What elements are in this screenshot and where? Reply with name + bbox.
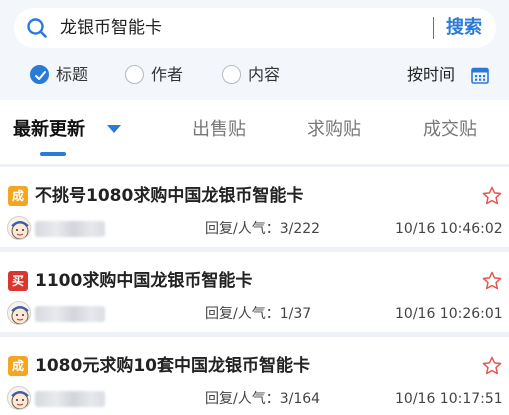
search-icon (27, 18, 47, 38)
tab-selling[interactable]: 出售贴 (192, 118, 246, 142)
avatar-face-icon (11, 391, 29, 409)
avatar[interactable] (7, 386, 31, 410)
author-name-redacted (35, 306, 105, 322)
tab-buying[interactable]: 求购贴 (307, 118, 361, 142)
post-timestamp: 10/16 10:46:02 (395, 221, 503, 237)
avatar[interactable] (7, 301, 31, 325)
tab-latest[interactable]: 最新更新 (13, 118, 85, 142)
post-title[interactable]: 1100求购中国龙银币智能卡 (35, 269, 252, 293)
avatar[interactable] (7, 216, 31, 240)
reply-views-count: 回复/人气：3/164 (205, 391, 321, 407)
search-divider (433, 17, 434, 39)
status-badge-buy: 买 (8, 271, 28, 291)
avatar-face-icon (11, 221, 29, 239)
caret-down-icon[interactable] (107, 125, 121, 134)
post-timestamp: 10/16 10:17:51 (395, 391, 503, 407)
search-input[interactable]: 龙银币智能卡 (60, 16, 162, 40)
calendar-icon (471, 67, 489, 84)
search-button[interactable]: 搜索 (446, 16, 482, 40)
filter-content-label: 内容 (248, 65, 281, 84)
author-name-redacted (35, 221, 105, 237)
favorite-star-icon[interactable] (481, 185, 503, 207)
tab-completed[interactable]: 成交贴 (423, 118, 477, 142)
unchecked-radio-icon (125, 65, 144, 84)
search-bar[interactable]: 龙银币智能卡 搜索 (14, 8, 496, 48)
active-tab-indicator (40, 152, 66, 156)
status-badge-done: 成 (8, 186, 28, 206)
unchecked-radio-icon (222, 65, 241, 84)
status-badge-done: 成 (8, 356, 28, 376)
favorite-star-icon[interactable] (481, 270, 503, 292)
search-header: 龙银币智能卡 搜索 标题 作者 内容 按时间 (0, 0, 509, 100)
tab-bar: 最新更新 出售贴 求购贴 成交贴 (0, 100, 509, 164)
post-timestamp: 10/16 10:26:01 (395, 306, 503, 322)
checked-radio-icon (30, 65, 49, 84)
list-item[interactable]: 买 1100求购中国龙银币智能卡 回复/人气：1/37 10/16 10:26:… (0, 252, 509, 332)
author-name-redacted (35, 391, 105, 407)
favorite-star-icon[interactable] (481, 355, 503, 377)
post-title[interactable]: 不挑号1080求购中国龙银币智能卡 (35, 184, 303, 208)
avatar-face-icon (11, 306, 29, 324)
reply-views-count: 回复/人气：3/222 (205, 221, 321, 237)
sort-label: 按时间 (407, 65, 456, 84)
list-item[interactable]: 成 1080元求购10套中国龙银币智能卡 回复/人气：3/164 10/16 1… (0, 337, 509, 415)
list-item[interactable]: 成 不挑号1080求购中国龙银币智能卡 回复/人气：3/222 10/16 10… (0, 167, 509, 247)
filter-title-label: 标题 (56, 65, 89, 84)
filter-author-label: 作者 (151, 65, 184, 84)
reply-views-count: 回复/人气：1/37 (205, 306, 312, 322)
post-title[interactable]: 1080元求购10套中国龙银币智能卡 (35, 354, 310, 378)
